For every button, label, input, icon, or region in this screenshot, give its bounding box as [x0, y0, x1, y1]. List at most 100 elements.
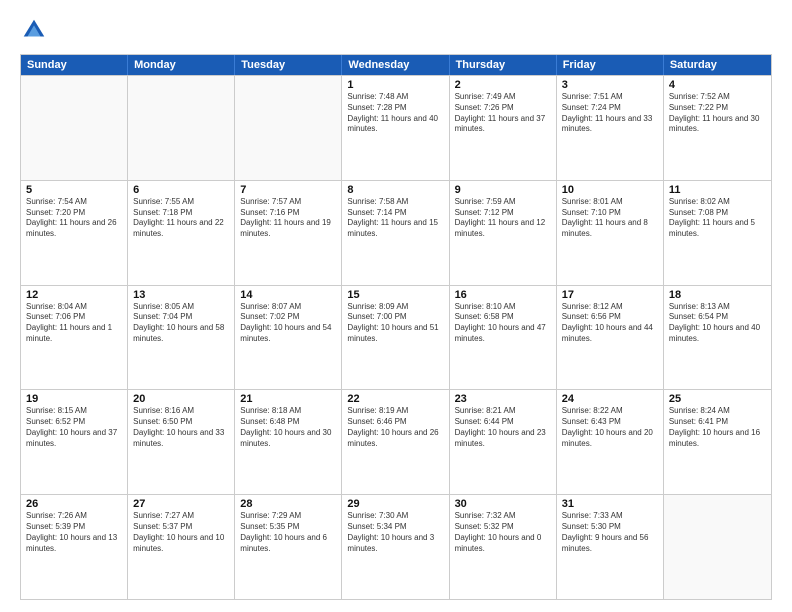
cell-info: Sunrise: 7:26 AM Sunset: 5:39 PM Dayligh… — [26, 511, 122, 554]
day-number: 16 — [455, 289, 551, 301]
weekday-header: Saturday — [664, 55, 771, 75]
calendar-cell: 26Sunrise: 7:26 AM Sunset: 5:39 PM Dayli… — [21, 495, 128, 599]
calendar-cell: 10Sunrise: 8:01 AM Sunset: 7:10 PM Dayli… — [557, 181, 664, 285]
calendar-cell: 28Sunrise: 7:29 AM Sunset: 5:35 PM Dayli… — [235, 495, 342, 599]
day-number: 9 — [455, 184, 551, 196]
cell-info: Sunrise: 7:27 AM Sunset: 5:37 PM Dayligh… — [133, 511, 229, 554]
day-number: 18 — [669, 289, 766, 301]
calendar-row: 26Sunrise: 7:26 AM Sunset: 5:39 PM Dayli… — [21, 494, 771, 599]
calendar-cell: 12Sunrise: 8:04 AM Sunset: 7:06 PM Dayli… — [21, 286, 128, 390]
calendar-cell: 5Sunrise: 7:54 AM Sunset: 7:20 PM Daylig… — [21, 181, 128, 285]
calendar-cell: 20Sunrise: 8:16 AM Sunset: 6:50 PM Dayli… — [128, 390, 235, 494]
cell-info: Sunrise: 8:02 AM Sunset: 7:08 PM Dayligh… — [669, 197, 766, 240]
calendar-cell: 7Sunrise: 7:57 AM Sunset: 7:16 PM Daylig… — [235, 181, 342, 285]
calendar-row: 12Sunrise: 8:04 AM Sunset: 7:06 PM Dayli… — [21, 285, 771, 390]
day-number: 25 — [669, 393, 766, 405]
calendar-cell: 2Sunrise: 7:49 AM Sunset: 7:26 PM Daylig… — [450, 76, 557, 180]
cell-info: Sunrise: 8:19 AM Sunset: 6:46 PM Dayligh… — [347, 406, 443, 449]
cell-info: Sunrise: 8:13 AM Sunset: 6:54 PM Dayligh… — [669, 302, 766, 345]
cell-info: Sunrise: 8:09 AM Sunset: 7:00 PM Dayligh… — [347, 302, 443, 345]
calendar-cell: 21Sunrise: 8:18 AM Sunset: 6:48 PM Dayli… — [235, 390, 342, 494]
day-number: 5 — [26, 184, 122, 196]
cell-info: Sunrise: 7:52 AM Sunset: 7:22 PM Dayligh… — [669, 92, 766, 135]
cell-info: Sunrise: 7:51 AM Sunset: 7:24 PM Dayligh… — [562, 92, 658, 135]
day-number: 20 — [133, 393, 229, 405]
cell-info: Sunrise: 8:16 AM Sunset: 6:50 PM Dayligh… — [133, 406, 229, 449]
calendar-cell: 27Sunrise: 7:27 AM Sunset: 5:37 PM Dayli… — [128, 495, 235, 599]
day-number: 29 — [347, 498, 443, 510]
cell-info: Sunrise: 8:15 AM Sunset: 6:52 PM Dayligh… — [26, 406, 122, 449]
day-number: 7 — [240, 184, 336, 196]
day-number: 14 — [240, 289, 336, 301]
calendar-cell: 16Sunrise: 8:10 AM Sunset: 6:58 PM Dayli… — [450, 286, 557, 390]
calendar-header: SundayMondayTuesdayWednesdayThursdayFrid… — [21, 55, 771, 75]
cell-info: Sunrise: 8:18 AM Sunset: 6:48 PM Dayligh… — [240, 406, 336, 449]
day-number: 11 — [669, 184, 766, 196]
calendar-cell: 29Sunrise: 7:30 AM Sunset: 5:34 PM Dayli… — [342, 495, 449, 599]
weekday-header: Thursday — [450, 55, 557, 75]
calendar-cell: 22Sunrise: 8:19 AM Sunset: 6:46 PM Dayli… — [342, 390, 449, 494]
cell-info: Sunrise: 7:54 AM Sunset: 7:20 PM Dayligh… — [26, 197, 122, 240]
day-number: 19 — [26, 393, 122, 405]
calendar-cell: 4Sunrise: 7:52 AM Sunset: 7:22 PM Daylig… — [664, 76, 771, 180]
cell-info: Sunrise: 8:01 AM Sunset: 7:10 PM Dayligh… — [562, 197, 658, 240]
day-number: 17 — [562, 289, 658, 301]
calendar-cell: 13Sunrise: 8:05 AM Sunset: 7:04 PM Dayli… — [128, 286, 235, 390]
cell-info: Sunrise: 7:58 AM Sunset: 7:14 PM Dayligh… — [347, 197, 443, 240]
weekday-header: Wednesday — [342, 55, 449, 75]
calendar: SundayMondayTuesdayWednesdayThursdayFrid… — [20, 54, 772, 600]
calendar-cell — [128, 76, 235, 180]
calendar-cell: 15Sunrise: 8:09 AM Sunset: 7:00 PM Dayli… — [342, 286, 449, 390]
cell-info: Sunrise: 8:07 AM Sunset: 7:02 PM Dayligh… — [240, 302, 336, 345]
logo-icon — [20, 16, 48, 44]
day-number: 6 — [133, 184, 229, 196]
cell-info: Sunrise: 8:21 AM Sunset: 6:44 PM Dayligh… — [455, 406, 551, 449]
day-number: 27 — [133, 498, 229, 510]
day-number: 1 — [347, 79, 443, 91]
day-number: 12 — [26, 289, 122, 301]
calendar-row: 1Sunrise: 7:48 AM Sunset: 7:28 PM Daylig… — [21, 75, 771, 180]
cell-info: Sunrise: 7:59 AM Sunset: 7:12 PM Dayligh… — [455, 197, 551, 240]
calendar-cell: 30Sunrise: 7:32 AM Sunset: 5:32 PM Dayli… — [450, 495, 557, 599]
day-number: 3 — [562, 79, 658, 91]
cell-info: Sunrise: 8:05 AM Sunset: 7:04 PM Dayligh… — [133, 302, 229, 345]
calendar-row: 5Sunrise: 7:54 AM Sunset: 7:20 PM Daylig… — [21, 180, 771, 285]
logo — [20, 16, 52, 44]
calendar-cell — [664, 495, 771, 599]
day-number: 2 — [455, 79, 551, 91]
calendar-cell: 6Sunrise: 7:55 AM Sunset: 7:18 PM Daylig… — [128, 181, 235, 285]
day-number: 13 — [133, 289, 229, 301]
calendar-cell: 1Sunrise: 7:48 AM Sunset: 7:28 PM Daylig… — [342, 76, 449, 180]
cell-info: Sunrise: 8:12 AM Sunset: 6:56 PM Dayligh… — [562, 302, 658, 345]
calendar-cell: 17Sunrise: 8:12 AM Sunset: 6:56 PM Dayli… — [557, 286, 664, 390]
day-number: 26 — [26, 498, 122, 510]
cell-info: Sunrise: 7:29 AM Sunset: 5:35 PM Dayligh… — [240, 511, 336, 554]
cell-info: Sunrise: 7:57 AM Sunset: 7:16 PM Dayligh… — [240, 197, 336, 240]
calendar-cell: 24Sunrise: 8:22 AM Sunset: 6:43 PM Dayli… — [557, 390, 664, 494]
day-number: 21 — [240, 393, 336, 405]
calendar-cell — [235, 76, 342, 180]
day-number: 24 — [562, 393, 658, 405]
calendar-cell: 19Sunrise: 8:15 AM Sunset: 6:52 PM Dayli… — [21, 390, 128, 494]
cell-info: Sunrise: 7:30 AM Sunset: 5:34 PM Dayligh… — [347, 511, 443, 554]
day-number: 30 — [455, 498, 551, 510]
cell-info: Sunrise: 8:04 AM Sunset: 7:06 PM Dayligh… — [26, 302, 122, 345]
calendar-cell: 25Sunrise: 8:24 AM Sunset: 6:41 PM Dayli… — [664, 390, 771, 494]
weekday-header: Tuesday — [235, 55, 342, 75]
calendar-cell: 14Sunrise: 8:07 AM Sunset: 7:02 PM Dayli… — [235, 286, 342, 390]
day-number: 8 — [347, 184, 443, 196]
cell-info: Sunrise: 8:10 AM Sunset: 6:58 PM Dayligh… — [455, 302, 551, 345]
calendar-cell — [21, 76, 128, 180]
calendar-cell: 9Sunrise: 7:59 AM Sunset: 7:12 PM Daylig… — [450, 181, 557, 285]
calendar-row: 19Sunrise: 8:15 AM Sunset: 6:52 PM Dayli… — [21, 389, 771, 494]
calendar-cell: 18Sunrise: 8:13 AM Sunset: 6:54 PM Dayli… — [664, 286, 771, 390]
day-number: 22 — [347, 393, 443, 405]
day-number: 28 — [240, 498, 336, 510]
cell-info: Sunrise: 8:22 AM Sunset: 6:43 PM Dayligh… — [562, 406, 658, 449]
calendar-cell: 3Sunrise: 7:51 AM Sunset: 7:24 PM Daylig… — [557, 76, 664, 180]
cell-info: Sunrise: 7:55 AM Sunset: 7:18 PM Dayligh… — [133, 197, 229, 240]
weekday-header: Friday — [557, 55, 664, 75]
day-number: 4 — [669, 79, 766, 91]
day-number: 15 — [347, 289, 443, 301]
cell-info: Sunrise: 8:24 AM Sunset: 6:41 PM Dayligh… — [669, 406, 766, 449]
